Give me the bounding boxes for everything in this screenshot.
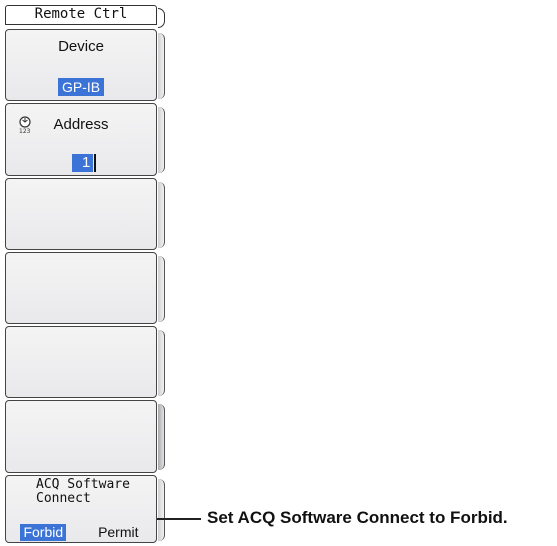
address-cursor [72, 154, 79, 172]
callout-leader-line [157, 518, 201, 520]
remote-ctrl-menu-screen: Remote Ctrl Device GP-IB 123 Address 1 A… [0, 0, 557, 546]
device-value-wrap: GP-IB [6, 78, 156, 96]
empty-softkey-5 [5, 326, 157, 398]
softkey-edge [158, 404, 165, 470]
acq-label-line1: ACQ Software [36, 477, 130, 492]
softkey-edge [158, 256, 165, 322]
title-tab-edge [158, 8, 165, 28]
acq-label-line2: Connect [36, 491, 91, 506]
softkey-edge [158, 33, 165, 99]
empty-softkey-6 [5, 400, 157, 473]
device-label: Device [58, 38, 104, 55]
softkey-edge [158, 479, 165, 541]
menu-title-tab: Remote Ctrl [5, 5, 165, 28]
device-value: GP-IB [57, 78, 105, 96]
acq-software-connect-label: ACQ Software Connect [36, 478, 130, 506]
callout-text: Set ACQ Software Connect to Forbid. [207, 508, 508, 527]
softkey-edge [158, 330, 165, 396]
address-softkey[interactable]: 123 Address 1 [5, 103, 157, 176]
acq-option-row: Forbid Permit [6, 524, 156, 541]
acq-software-connect-softkey[interactable]: ACQ Software Connect Forbid Permit [5, 475, 157, 543]
softkey-edge [158, 182, 165, 248]
menu-title: Remote Ctrl [34, 6, 128, 22]
device-softkey[interactable]: Device GP-IB [5, 29, 157, 101]
empty-softkey-4 [5, 252, 157, 324]
address-value-field[interactable]: 1 [72, 154, 97, 172]
address-caret [94, 154, 97, 172]
option-permit[interactable]: Permit [95, 524, 141, 541]
address-value: 1 [79, 154, 94, 172]
address-label: Address [53, 116, 109, 133]
softkey-edge [158, 107, 165, 173]
empty-softkey-3 [5, 178, 157, 250]
option-forbid[interactable]: Forbid [20, 524, 67, 541]
